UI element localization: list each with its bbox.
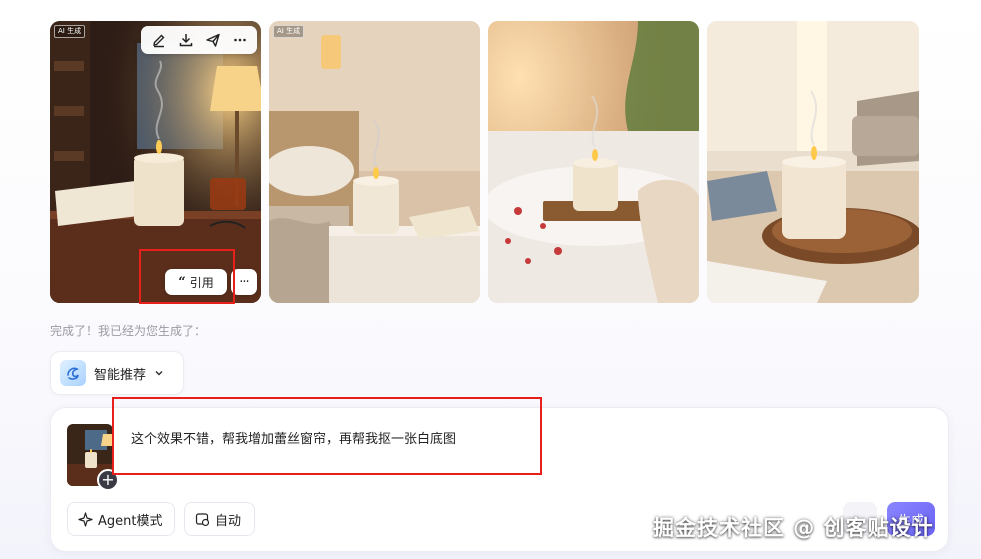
candle-living-room-image xyxy=(707,21,919,303)
send-icon[interactable] xyxy=(203,30,223,50)
auto-icon xyxy=(195,512,210,526)
image-toolbar xyxy=(141,26,257,54)
generated-image-4[interactable] xyxy=(707,21,919,303)
quote-icon: “ xyxy=(178,274,186,290)
quote-button[interactable]: “ 引用 xyxy=(165,269,227,295)
image-gallery: AI 生成 “ 引用 ··· AI 生成 xyxy=(50,21,919,303)
candle-bath-image xyxy=(488,21,699,303)
generated-image-3[interactable] xyxy=(488,21,699,303)
auto-mode-button[interactable]: 自动 xyxy=(184,502,255,536)
candle-bedside-image xyxy=(269,21,480,303)
ai-generated-badge: AI 生成 xyxy=(273,25,305,38)
prompt-input[interactable]: 这个效果不错，帮我增加蕾丝窗帘，再帮我抠一张白底图 xyxy=(131,428,456,447)
add-image-button[interactable]: + xyxy=(97,469,119,491)
sparkle-icon xyxy=(78,511,93,527)
smart-recommend-icon xyxy=(60,360,86,386)
watermark: 掘金技术社区 @ 创客贴设计 xyxy=(653,516,934,540)
candle-study-image xyxy=(50,21,261,303)
completion-message: 完成了！我已经为您生成了： xyxy=(50,324,207,338)
smart-recommend-label: 智能推荐 xyxy=(94,367,147,383)
ai-generated-badge: AI 生成 xyxy=(54,25,86,38)
generated-image-2[interactable]: AI 生成 xyxy=(269,21,480,303)
image-more-button[interactable]: ··· xyxy=(231,269,257,295)
agent-mode-button[interactable]: Agent模式 xyxy=(67,502,175,536)
download-icon[interactable] xyxy=(176,30,196,50)
quote-label: 引用 xyxy=(189,275,214,290)
edit-icon[interactable] xyxy=(149,30,169,50)
agent-mode-label: Agent模式 xyxy=(98,513,163,529)
generated-image-1[interactable]: AI 生成 “ 引用 ··· xyxy=(50,21,261,303)
chevron-down-icon xyxy=(155,370,163,376)
more-icon[interactable] xyxy=(230,30,250,50)
auto-mode-label: 自动 xyxy=(215,513,242,529)
smart-recommend-dropdown[interactable]: 智能推荐 xyxy=(50,351,184,395)
